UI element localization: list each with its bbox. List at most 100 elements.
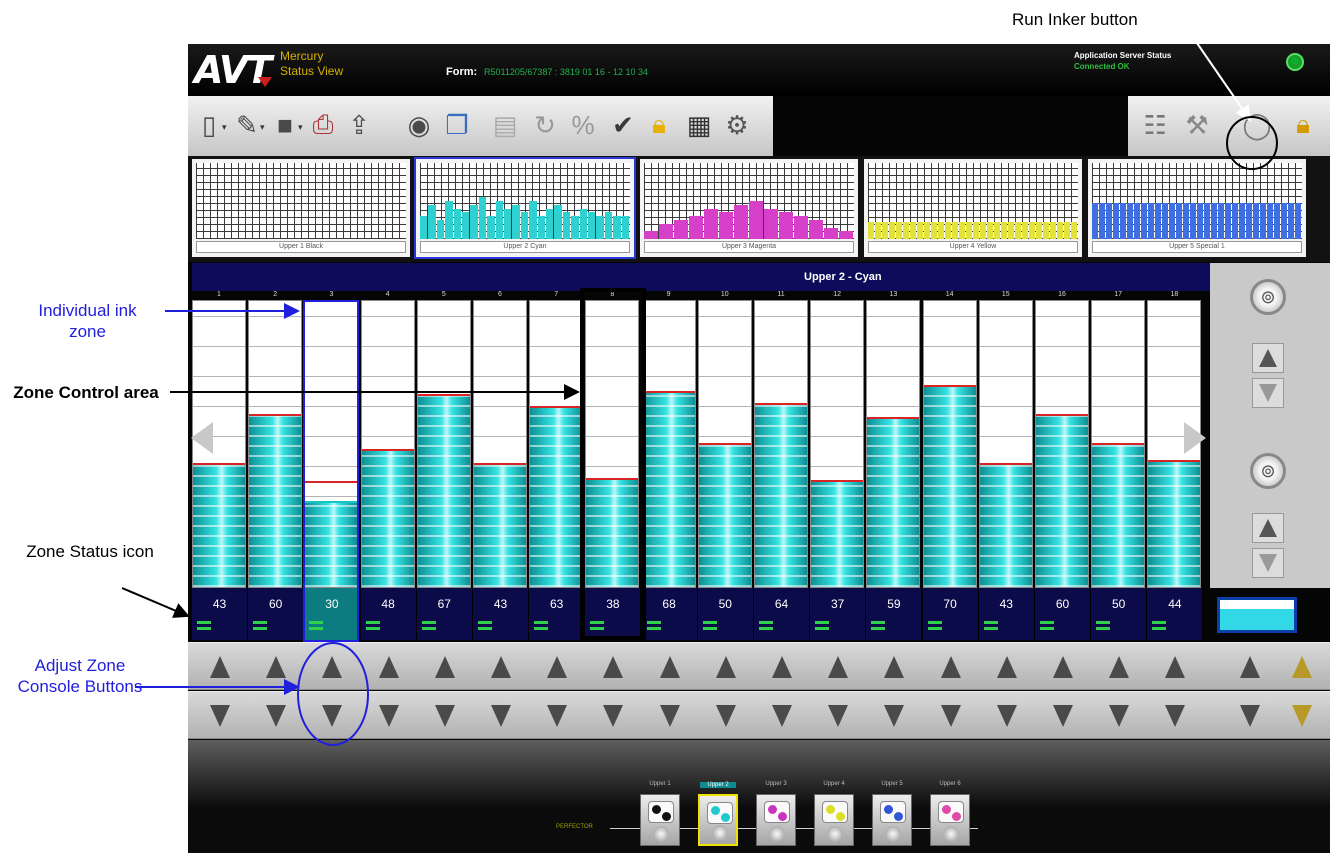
ink-unit-tab[interactable]: Upper 5 bbox=[872, 781, 912, 846]
ink-level-icon[interactable] bbox=[1217, 597, 1297, 633]
zone-decrease-button[interactable] bbox=[923, 692, 979, 740]
zone-status[interactable]: 59 bbox=[866, 588, 923, 640]
zone-status[interactable]: 68 bbox=[641, 588, 698, 640]
zone-decrease-button[interactable] bbox=[585, 692, 641, 740]
ink-unit-tab[interactable]: Upper 2 bbox=[698, 782, 738, 846]
zone-decrease-button[interactable] bbox=[1091, 692, 1147, 740]
ink-zone[interactable] bbox=[1035, 300, 1089, 588]
scroll-right-icon[interactable] bbox=[1184, 422, 1206, 454]
zone-decrease-button[interactable] bbox=[248, 692, 304, 740]
report-icon[interactable]: ▦ bbox=[682, 106, 716, 144]
new-document-icon[interactable]: ▯ bbox=[192, 106, 226, 144]
copy-icon[interactable]: ❐ bbox=[440, 106, 474, 144]
ink-zone[interactable] bbox=[810, 300, 865, 588]
percent-settings-icon[interactable]: % bbox=[566, 106, 600, 144]
caret-icon[interactable]: ▾ bbox=[222, 122, 227, 133]
zone-increase-button[interactable] bbox=[754, 643, 810, 691]
zone-increase-button[interactable] bbox=[248, 643, 304, 691]
approve-icon[interactable]: ✔ bbox=[606, 106, 640, 144]
ink-unit-tab[interactable]: Upper 1 bbox=[640, 781, 680, 846]
ink-unit-tab[interactable]: Upper 4 bbox=[814, 781, 854, 846]
ink-zone[interactable] bbox=[866, 300, 921, 588]
zone-increase-button[interactable] bbox=[979, 643, 1035, 691]
zone-increase-button[interactable] bbox=[1147, 643, 1203, 691]
zone-status[interactable]: 67 bbox=[416, 588, 473, 640]
zone-decrease-button[interactable] bbox=[1147, 692, 1203, 740]
side-down-button-2[interactable] bbox=[1252, 548, 1284, 578]
zone-increase-button[interactable] bbox=[642, 643, 698, 691]
zone-increase-button[interactable] bbox=[923, 643, 979, 691]
zone-increase-button[interactable] bbox=[866, 643, 922, 691]
zone-decrease-button[interactable] bbox=[810, 692, 866, 740]
ink-unit-thumbnail[interactable]: Upper 1 Black bbox=[192, 159, 410, 257]
ink-zone[interactable] bbox=[529, 300, 584, 588]
ink-zone[interactable] bbox=[473, 300, 527, 588]
tools-icon[interactable]: ⚙ bbox=[720, 106, 754, 144]
zone-decrease-button[interactable] bbox=[473, 692, 529, 740]
ink-zone[interactable] bbox=[1091, 300, 1146, 588]
side-up-button[interactable] bbox=[1252, 343, 1284, 373]
zone-increase-button[interactable] bbox=[1035, 643, 1091, 691]
save-icon[interactable]: ■ bbox=[268, 106, 302, 144]
ink-unit-tab[interactable]: Upper 6 bbox=[930, 781, 970, 846]
zone-status[interactable]: 43 bbox=[978, 588, 1035, 640]
ink-unit-thumbnail[interactable]: Upper 2 Cyan bbox=[414, 157, 636, 259]
zone-increase-button[interactable] bbox=[1091, 643, 1147, 691]
ink-fountain-dial-icon[interactable]: ⊚ bbox=[1250, 453, 1286, 489]
percent-icon[interactable]: ◉ bbox=[402, 106, 436, 144]
ink-zone[interactable] bbox=[641, 300, 696, 588]
all-zones-down-button[interactable] bbox=[1222, 692, 1278, 740]
zone-decrease-button[interactable] bbox=[304, 692, 360, 740]
ink-zone[interactable] bbox=[416, 300, 471, 588]
padlock-icon[interactable]: 🔒︎ bbox=[1286, 106, 1320, 144]
ink-zone[interactable] bbox=[585, 300, 640, 588]
ink-zone[interactable] bbox=[754, 300, 808, 588]
zone-status[interactable]: 43 bbox=[192, 588, 248, 640]
zone-increase-button[interactable] bbox=[585, 643, 641, 691]
zone-status[interactable]: 64 bbox=[754, 588, 810, 640]
ink-key-dial-icon[interactable]: ⊚ bbox=[1250, 279, 1286, 315]
zone-status[interactable]: 37 bbox=[810, 588, 867, 640]
zone-increase-button[interactable] bbox=[810, 643, 866, 691]
paste-icon[interactable]: ▤ bbox=[488, 106, 522, 144]
open-folder-icon[interactable]: ✎ bbox=[230, 106, 264, 144]
zone-decrease-button[interactable] bbox=[192, 692, 248, 740]
zone-status[interactable]: 30 bbox=[304, 588, 361, 640]
zone-status[interactable]: 48 bbox=[360, 588, 417, 640]
zone-status[interactable]: 38 bbox=[585, 588, 642, 640]
zone-status[interactable]: 60 bbox=[248, 588, 305, 640]
ink-zone[interactable] bbox=[304, 300, 359, 588]
scale-up-button[interactable] bbox=[1274, 643, 1330, 691]
zone-increase-button[interactable] bbox=[192, 643, 248, 691]
zone-status[interactable]: 43 bbox=[473, 588, 529, 640]
caret-icon[interactable]: ▾ bbox=[260, 122, 265, 133]
zone-status[interactable]: 63 bbox=[529, 588, 586, 640]
ink-unit-tab[interactable]: Upper 3 bbox=[756, 781, 796, 846]
zone-decrease-button[interactable] bbox=[417, 692, 473, 740]
zone-decrease-button[interactable] bbox=[866, 692, 922, 740]
side-down-button[interactable] bbox=[1252, 378, 1284, 408]
scroll-left-icon[interactable] bbox=[191, 422, 213, 454]
side-up-button-2[interactable] bbox=[1252, 513, 1284, 543]
zone-status[interactable]: 50 bbox=[1091, 588, 1148, 640]
ink-unit-thumbnail[interactable]: Upper 4 Yellow bbox=[864, 159, 1082, 257]
scale-down-button[interactable] bbox=[1274, 692, 1330, 740]
lock-icon[interactable]: 🔒︎ bbox=[642, 106, 676, 144]
zone-decrease-button[interactable] bbox=[529, 692, 585, 740]
ink-unit-thumbnail[interactable]: Upper 5 Special 1 bbox=[1088, 159, 1306, 257]
zone-decrease-button[interactable] bbox=[754, 692, 810, 740]
zone-decrease-button[interactable] bbox=[642, 692, 698, 740]
zone-increase-button[interactable] bbox=[473, 643, 529, 691]
wrench-icon[interactable]: ⚒ bbox=[1180, 106, 1214, 144]
zone-decrease-button[interactable] bbox=[361, 692, 417, 740]
ink-unit-thumbnail[interactable]: Upper 3 Magenta bbox=[640, 159, 858, 257]
zone-decrease-button[interactable] bbox=[1035, 692, 1091, 740]
refresh-icon[interactable]: ↻ bbox=[528, 106, 562, 144]
zone-status[interactable]: 50 bbox=[697, 588, 754, 640]
print-preview-icon[interactable]: ⎙ bbox=[306, 106, 340, 144]
zone-increase-button[interactable] bbox=[698, 643, 754, 691]
zone-status[interactable]: 70 bbox=[922, 588, 979, 640]
ink-zone[interactable] bbox=[922, 300, 977, 588]
exit-icon[interactable]: ⊗ bbox=[1286, 53, 1304, 71]
export-icon[interactable]: ⇪ bbox=[342, 106, 376, 144]
